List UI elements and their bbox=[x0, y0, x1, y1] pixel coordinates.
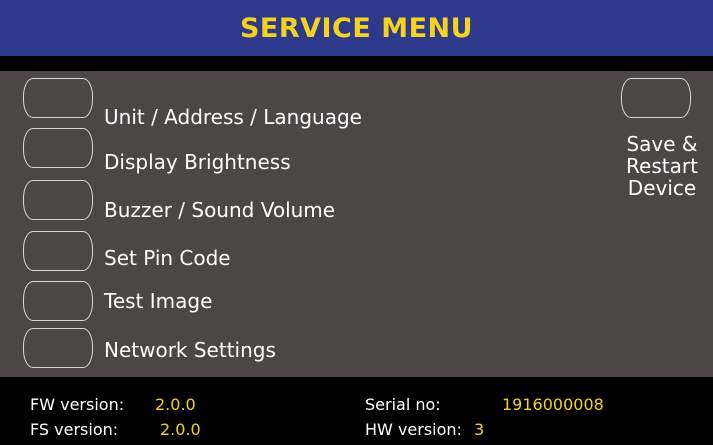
save-restart-label-line1: Save & bbox=[626, 132, 698, 156]
fw-version-value: 2.0.0 bbox=[155, 395, 196, 414]
menu-panel: Unit / Address / Language Display Bright… bbox=[0, 71, 713, 377]
hw-version-value: 3 bbox=[474, 420, 485, 439]
save-restart-label[interactable]: Save & Restart Device bbox=[612, 133, 712, 199]
display-brightness-button[interactable] bbox=[23, 128, 93, 168]
serial-no-value: 1916000008 bbox=[502, 395, 604, 414]
buzzer-sound-volume-label[interactable]: Buzzer / Sound Volume bbox=[104, 198, 335, 222]
serial-no-label: Serial no: bbox=[365, 395, 441, 414]
network-settings-button[interactable] bbox=[23, 328, 93, 368]
unit-address-language-label[interactable]: Unit / Address / Language bbox=[104, 105, 362, 129]
save-restart-button[interactable] bbox=[621, 78, 691, 118]
display-brightness-label[interactable]: Display Brightness bbox=[104, 150, 291, 174]
hw-version-label: HW version: bbox=[365, 420, 462, 439]
unit-address-language-button[interactable] bbox=[23, 78, 93, 118]
fs-version-label: FS version: bbox=[30, 420, 119, 439]
page-title: SERVICE MENU bbox=[239, 12, 474, 44]
test-image-label[interactable]: Test Image bbox=[104, 289, 212, 313]
set-pin-code-button[interactable] bbox=[23, 231, 93, 271]
fw-version-label: FW version: bbox=[30, 395, 125, 414]
network-settings-label[interactable]: Network Settings bbox=[104, 338, 276, 362]
fs-version-value: 2.0.0 bbox=[160, 420, 201, 439]
save-restart-label-line3: Device bbox=[627, 176, 697, 200]
set-pin-code-label[interactable]: Set Pin Code bbox=[104, 246, 231, 270]
save-restart-label-line2: Restart bbox=[626, 154, 698, 178]
header-bar: SERVICE MENU bbox=[0, 0, 713, 56]
footer-info: FW version: 2.0.0 FS version: 2.0.0 Seri… bbox=[0, 377, 713, 445]
buzzer-sound-volume-button[interactable] bbox=[23, 180, 93, 220]
test-image-button[interactable] bbox=[23, 281, 93, 321]
